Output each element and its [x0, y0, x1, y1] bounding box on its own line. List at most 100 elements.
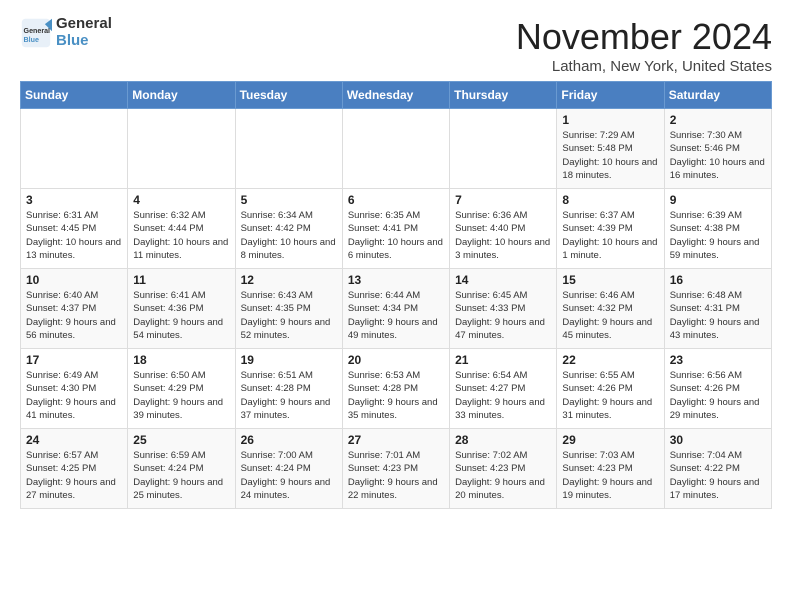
day-info: Sunrise: 7:02 AM Sunset: 4:23 PM Dayligh…	[455, 449, 551, 502]
day-number: 29	[562, 433, 658, 447]
calendar-day-cell: 25 Sunrise: 6:59 AM Sunset: 4:24 PM Dayli…	[128, 429, 235, 509]
day-number: 15	[562, 273, 658, 287]
day-number: 1	[562, 113, 658, 127]
day-number: 24	[26, 433, 122, 447]
day-info: Sunrise: 6:44 AM Sunset: 4:34 PM Dayligh…	[348, 289, 444, 342]
day-number: 12	[241, 273, 337, 287]
calendar-day-cell: 10 Sunrise: 6:40 AM Sunset: 4:37 PM Dayli…	[21, 269, 128, 349]
day-number: 28	[455, 433, 551, 447]
day-info: Sunrise: 6:53 AM Sunset: 4:28 PM Dayligh…	[348, 369, 444, 422]
calendar-day-cell	[128, 109, 235, 189]
month-title: November 2024	[516, 16, 772, 58]
calendar-day-cell: 12Sunrise: 6:43 AM Sunset: 4:35 PM Dayli…	[235, 269, 342, 349]
calendar-day-cell: 4 Sunrise: 6:32 AM Sunset: 4:44 PM Daylig…	[128, 189, 235, 269]
day-info: Sunrise: 6:35 AM Sunset: 4:41 PM Dayligh…	[348, 209, 444, 262]
day-number: 26	[241, 433, 337, 447]
day-info: Sunrise: 6:50 AM Sunset: 4:29 PM Dayligh…	[133, 369, 229, 422]
day-of-week-header: Saturday	[664, 82, 771, 109]
svg-text:General: General	[24, 27, 51, 35]
day-info: Sunrise: 6:59 AM Sunset: 4:24 PM Dayligh…	[133, 449, 229, 502]
calendar-day-cell: 16 Sunrise: 6:48 AM Sunset: 4:31 PM Dayli…	[664, 269, 771, 349]
day-of-week-header: Thursday	[450, 82, 557, 109]
day-info: Sunrise: 6:49 AM Sunset: 4:30 PM Dayligh…	[26, 369, 122, 422]
day-number: 7	[455, 193, 551, 207]
calendar-week-row: 1 Sunrise: 7:29 AM Sunset: 5:48 PM Daylig…	[21, 109, 772, 189]
calendar-day-cell: 7 Sunrise: 6:36 AM Sunset: 4:40 PM Daylig…	[450, 189, 557, 269]
logo-general-text: General	[56, 16, 112, 33]
calendar-day-cell: 3 Sunrise: 6:31 AM Sunset: 4:45 PM Daylig…	[21, 189, 128, 269]
calendar-day-cell: 9Sunrise: 6:39 AM Sunset: 4:38 PM Daylig…	[664, 189, 771, 269]
calendar-day-cell: 30 Sunrise: 7:04 AM Sunset: 4:22 PM Dayli…	[664, 429, 771, 509]
day-number: 22	[562, 353, 658, 367]
day-number: 13	[348, 273, 444, 287]
calendar-week-row: 10 Sunrise: 6:40 AM Sunset: 4:37 PM Dayli…	[21, 269, 772, 349]
title-block: November 2024 Latham, New York, United S…	[516, 16, 772, 75]
calendar-day-cell: 23Sunrise: 6:56 AM Sunset: 4:26 PM Dayli…	[664, 349, 771, 429]
day-number: 11	[133, 273, 229, 287]
day-info: Sunrise: 6:34 AM Sunset: 4:42 PM Dayligh…	[241, 209, 337, 262]
day-number: 10	[26, 273, 122, 287]
day-info: Sunrise: 7:29 AM Sunset: 5:48 PM Dayligh…	[562, 129, 658, 182]
day-of-week-header: Wednesday	[342, 82, 449, 109]
calendar-week-row: 24Sunrise: 6:57 AM Sunset: 4:25 PM Dayli…	[21, 429, 772, 509]
day-number: 23	[670, 353, 766, 367]
calendar-day-cell: 19Sunrise: 6:51 AM Sunset: 4:28 PM Dayli…	[235, 349, 342, 429]
calendar-day-cell: 28 Sunrise: 7:02 AM Sunset: 4:23 PM Dayli…	[450, 429, 557, 509]
calendar-day-cell: 27 Sunrise: 7:01 AM Sunset: 4:23 PM Dayli…	[342, 429, 449, 509]
location: Latham, New York, United States	[516, 58, 772, 75]
calendar-day-cell: 13 Sunrise: 6:44 AM Sunset: 4:34 PM Dayli…	[342, 269, 449, 349]
day-number: 5	[241, 193, 337, 207]
day-number: 16	[670, 273, 766, 287]
calendar-day-cell: 15 Sunrise: 6:46 AM Sunset: 4:32 PM Dayli…	[557, 269, 664, 349]
day-info: Sunrise: 6:54 AM Sunset: 4:27 PM Dayligh…	[455, 369, 551, 422]
day-info: Sunrise: 6:32 AM Sunset: 4:44 PM Dayligh…	[133, 209, 229, 262]
day-info: Sunrise: 6:48 AM Sunset: 4:31 PM Dayligh…	[670, 289, 766, 342]
day-of-week-header: Friday	[557, 82, 664, 109]
day-number: 21	[455, 353, 551, 367]
day-info: Sunrise: 7:00 AM Sunset: 4:24 PM Dayligh…	[241, 449, 337, 502]
calendar-day-cell: 14Sunrise: 6:45 AM Sunset: 4:33 PM Dayli…	[450, 269, 557, 349]
calendar-day-cell: 18Sunrise: 6:50 AM Sunset: 4:29 PM Dayli…	[128, 349, 235, 429]
calendar-day-cell: 22 Sunrise: 6:55 AM Sunset: 4:26 PM Dayli…	[557, 349, 664, 429]
day-info: Sunrise: 7:04 AM Sunset: 4:22 PM Dayligh…	[670, 449, 766, 502]
calendar-day-cell: 8Sunrise: 6:37 AM Sunset: 4:39 PM Daylig…	[557, 189, 664, 269]
logo: General Blue General Blue	[20, 16, 112, 49]
day-number: 17	[26, 353, 122, 367]
day-number: 8	[562, 193, 658, 207]
calendar-day-cell: 1 Sunrise: 7:29 AM Sunset: 5:48 PM Daylig…	[557, 109, 664, 189]
calendar-day-cell: 21 Sunrise: 6:54 AM Sunset: 4:27 PM Dayli…	[450, 349, 557, 429]
logo-blue-text: Blue	[56, 33, 112, 50]
calendar-body: 1 Sunrise: 7:29 AM Sunset: 5:48 PM Daylig…	[21, 109, 772, 509]
calendar-day-cell: 26 Sunrise: 7:00 AM Sunset: 4:24 PM Dayli…	[235, 429, 342, 509]
day-info: Sunrise: 6:40 AM Sunset: 4:37 PM Dayligh…	[26, 289, 122, 342]
calendar-day-cell	[342, 109, 449, 189]
calendar-day-cell: 29 Sunrise: 7:03 AM Sunset: 4:23 PM Dayli…	[557, 429, 664, 509]
calendar-day-cell: 6Sunrise: 6:35 AM Sunset: 4:41 PM Daylig…	[342, 189, 449, 269]
day-info: Sunrise: 6:31 AM Sunset: 4:45 PM Dayligh…	[26, 209, 122, 262]
calendar-day-cell: 2Sunrise: 7:30 AM Sunset: 5:46 PM Daylig…	[664, 109, 771, 189]
day-info: Sunrise: 6:41 AM Sunset: 4:36 PM Dayligh…	[133, 289, 229, 342]
logo-icon: General Blue	[20, 17, 52, 49]
calendar-table: SundayMondayTuesdayWednesdayThursdayFrid…	[20, 81, 772, 509]
day-info: Sunrise: 7:03 AM Sunset: 4:23 PM Dayligh…	[562, 449, 658, 502]
day-number: 30	[670, 433, 766, 447]
day-number: 27	[348, 433, 444, 447]
day-number: 20	[348, 353, 444, 367]
day-number: 25	[133, 433, 229, 447]
day-info: Sunrise: 7:01 AM Sunset: 4:23 PM Dayligh…	[348, 449, 444, 502]
day-number: 2	[670, 113, 766, 127]
day-info: Sunrise: 6:39 AM Sunset: 4:38 PM Dayligh…	[670, 209, 766, 262]
day-number: 3	[26, 193, 122, 207]
day-number: 4	[133, 193, 229, 207]
calendar-week-row: 17 Sunrise: 6:49 AM Sunset: 4:30 PM Dayli…	[21, 349, 772, 429]
day-number: 14	[455, 273, 551, 287]
calendar-header: SundayMondayTuesdayWednesdayThursdayFrid…	[21, 82, 772, 109]
day-info: Sunrise: 6:36 AM Sunset: 4:40 PM Dayligh…	[455, 209, 551, 262]
day-info: Sunrise: 6:46 AM Sunset: 4:32 PM Dayligh…	[562, 289, 658, 342]
calendar-day-cell: 17 Sunrise: 6:49 AM Sunset: 4:30 PM Dayli…	[21, 349, 128, 429]
page-header: General Blue General Blue November 2024 …	[20, 16, 772, 75]
calendar-week-row: 3 Sunrise: 6:31 AM Sunset: 4:45 PM Daylig…	[21, 189, 772, 269]
day-info: Sunrise: 6:55 AM Sunset: 4:26 PM Dayligh…	[562, 369, 658, 422]
calendar-day-cell: 5 Sunrise: 6:34 AM Sunset: 4:42 PM Daylig…	[235, 189, 342, 269]
logo-text: General Blue	[56, 16, 112, 49]
